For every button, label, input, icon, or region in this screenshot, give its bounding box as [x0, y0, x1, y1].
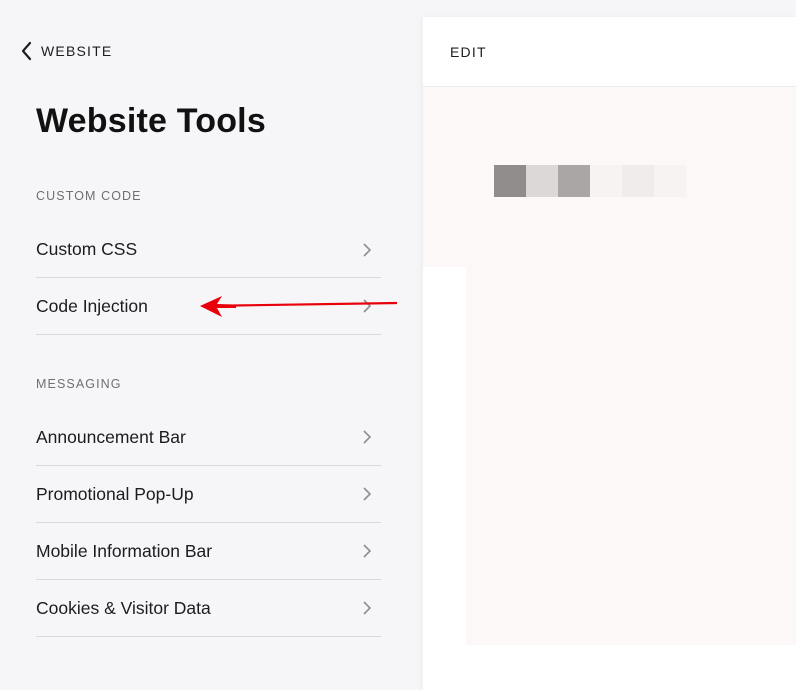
menu-item-label: Announcement Bar: [36, 426, 186, 447]
logo-block: [622, 165, 654, 197]
menu-item-label: Custom CSS: [36, 239, 138, 259]
menu-item-promotional-pop-up[interactable]: Promotional Pop-Up: [36, 466, 381, 523]
logo-block: [558, 165, 590, 197]
site-preview: EDIT: [423, 17, 796, 690]
back-button[interactable]: WEBSITE: [20, 40, 112, 62]
back-label: WEBSITE: [41, 43, 113, 59]
logo-block: [494, 165, 526, 197]
menu-item-label: Cookies & Visitor Data: [36, 597, 211, 618]
page-title: Website Tools: [36, 102, 266, 140]
logo-block: [590, 165, 622, 197]
preview-header: EDIT: [423, 17, 796, 87]
chevron-right-icon: [363, 601, 372, 615]
chevron-right-icon: [363, 487, 372, 501]
site-logo-blurred: [494, 165, 686, 197]
menu-item-label: Promotional Pop-Up: [36, 483, 194, 504]
menu-item-label: Code Injection: [36, 295, 148, 316]
logo-block: [654, 165, 686, 197]
messaging-menu: Announcement Bar Promotional Pop-Up Mobi…: [36, 409, 381, 637]
menu-item-label: Mobile Information Bar: [36, 540, 213, 561]
sidebar: WEBSITE Website Tools CUSTOM CODE Custom…: [0, 0, 405, 690]
chevron-left-icon: [21, 41, 32, 61]
chevron-right-icon: [363, 430, 372, 444]
chevron-right-icon: [363, 242, 372, 257]
annotation-arrow: [200, 296, 398, 317]
edit-button[interactable]: EDIT: [450, 44, 487, 60]
preview-banner: [423, 87, 796, 267]
section-label-messaging: MESSAGING: [36, 377, 122, 391]
menu-item-announcement-bar[interactable]: Announcement Bar: [36, 409, 381, 466]
logo-block: [526, 165, 558, 197]
menu-item-custom-css[interactable]: Custom CSS: [36, 222, 381, 278]
menu-item-cookies-visitor-data[interactable]: Cookies & Visitor Data: [36, 580, 381, 637]
menu-item-mobile-information-bar[interactable]: Mobile Information Bar: [36, 523, 381, 580]
preview-content: [466, 267, 796, 645]
section-label-custom-code: CUSTOM CODE: [36, 189, 142, 203]
chevron-right-icon: [363, 544, 372, 558]
